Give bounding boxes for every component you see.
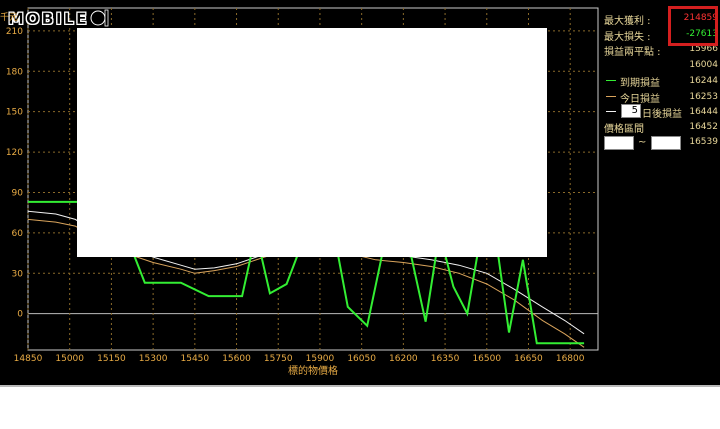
logo-text: MOBILE [8, 8, 89, 28]
price-range-label: 價格區間 [604, 124, 644, 135]
days-input[interactable]: 5 [621, 104, 641, 118]
y-tick-label: 0 [17, 310, 23, 320]
mobile01-logo: MOBILE [8, 6, 111, 30]
legend-days-after-swatch [606, 111, 616, 112]
price-range-to-input[interactable] [651, 136, 681, 150]
y-tick-label: 30 [12, 269, 24, 279]
breakeven-value: 16004 [689, 60, 718, 70]
x-tick-label: 16650 [514, 354, 543, 364]
price-range-separator: ~ [638, 137, 647, 148]
legend-expiry-swatch [606, 80, 616, 81]
x-tick-label: 16200 [389, 354, 418, 364]
legend-today-label: 今日損益 [620, 94, 660, 105]
x-tick-label: 16350 [431, 354, 460, 364]
breakeven-label: 損益兩平點 : [604, 47, 661, 58]
max-profit-label: 最大獲利 : [604, 16, 651, 27]
y-tick-label: 150 [6, 108, 23, 118]
breakeven-value: 16253 [689, 92, 718, 102]
window-bottom-border [0, 385, 720, 387]
y-tick-label: 120 [6, 148, 23, 158]
x-tick-label: 15750 [264, 354, 293, 364]
highlight-box [668, 6, 718, 46]
y-tick-label: 180 [6, 67, 23, 77]
breakeven-value: 16244 [689, 76, 718, 86]
x-tick-label: 15000 [55, 354, 84, 364]
app-window: 0 30 60 90 120 150 180 210 14850 15000 15150 15300 1… [0, 0, 720, 385]
breakeven-value: 16452 [689, 122, 718, 132]
x-tick-label: 16800 [556, 354, 585, 364]
x-tick-label: 15300 [139, 354, 168, 364]
x-tick-label: 14850 [14, 354, 43, 364]
days-input-value: 5 [631, 105, 638, 116]
y-unit-label: 千元 [0, 13, 19, 23]
x-tick-label: 15600 [222, 354, 251, 364]
x-tick-label: 16500 [472, 354, 501, 364]
redacted-overlay [77, 28, 547, 257]
y-tick-label: 60 [12, 229, 24, 239]
logo-01-mark [89, 9, 109, 27]
legend-expiry-label: 到期損益 [620, 78, 660, 89]
x-tick-label: 15150 [97, 354, 126, 364]
x-tick-label: 15450 [181, 354, 210, 364]
x-axis-label: 標的物價格 [288, 364, 338, 377]
legend-days-after-label: 日後損益 [642, 109, 682, 120]
x-tick-label: 16050 [347, 354, 376, 364]
legend-today-swatch [606, 96, 616, 97]
y-tick-label: 90 [12, 188, 24, 198]
max-loss-label: 最大損失 : [604, 32, 651, 43]
price-range-from-input[interactable] [604, 136, 634, 150]
x-tick-label: 15900 [306, 354, 335, 364]
